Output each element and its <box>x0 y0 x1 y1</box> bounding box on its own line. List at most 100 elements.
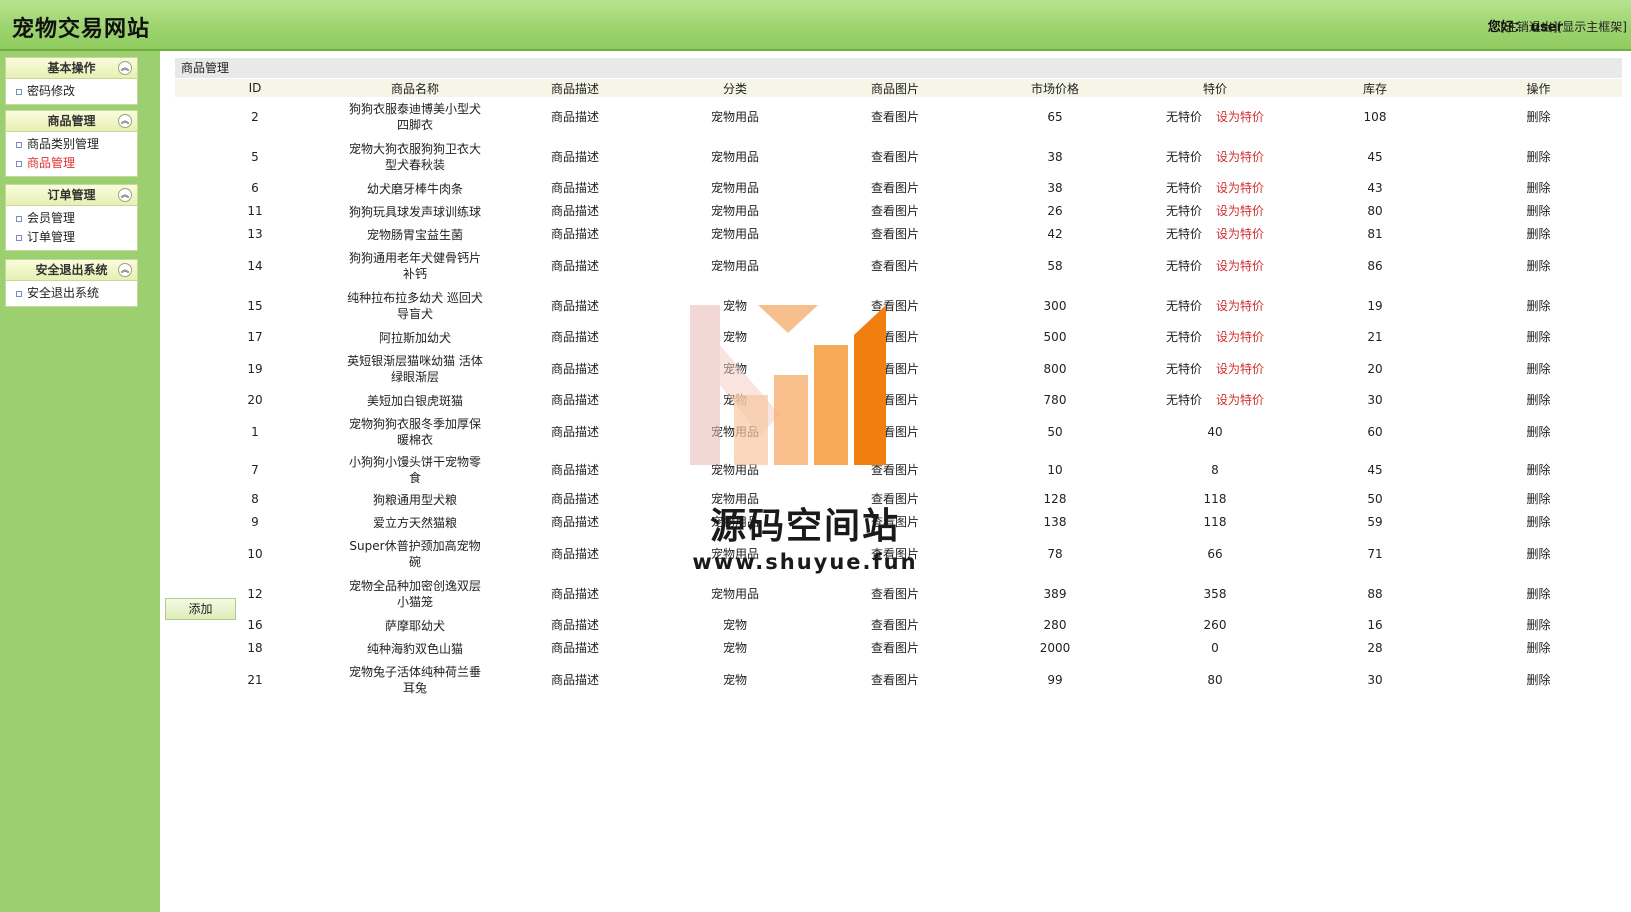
cell-desc-link[interactable]: 商品描述 <box>495 534 655 574</box>
add-button[interactable]: 添加 <box>165 598 236 620</box>
delete-link[interactable]: 删除 <box>1455 488 1622 511</box>
collapse-icon[interactable]: ︽ <box>118 114 132 128</box>
cell-desc-link[interactable]: 商品描述 <box>495 286 655 326</box>
collapse-icon[interactable]: ︽ <box>118 61 132 75</box>
delete-link[interactable]: 删除 <box>1455 614 1622 637</box>
sidebar-item-category[interactable]: 商品类别管理 <box>6 135 137 154</box>
sidebar-item-password[interactable]: 密码修改 <box>6 82 137 101</box>
show-frame-link[interactable]: [显示主框架] <box>1558 20 1627 34</box>
set-special-link[interactable]: 设为特价 <box>1216 204 1264 218</box>
delete-link[interactable]: 删除 <box>1455 326 1622 349</box>
cell-name: 阿拉斯加幼犬 <box>378 330 451 345</box>
cell-image-link[interactable]: 查看图片 <box>815 223 975 246</box>
menu-head-orders[interactable]: 订单管理 ︽ <box>5 184 138 206</box>
cell-stock: 21 <box>1367 330 1383 344</box>
collapse-icon[interactable]: ︽ <box>118 263 132 277</box>
delete-link[interactable]: 删除 <box>1455 389 1622 412</box>
cell-image-link[interactable]: 查看图片 <box>815 326 975 349</box>
cell-image-link[interactable]: 查看图片 <box>815 137 975 177</box>
cell-image-link[interactable]: 查看图片 <box>815 637 975 660</box>
cell-desc-link[interactable]: 商品描述 <box>495 511 655 534</box>
cell-desc-link[interactable]: 商品描述 <box>495 389 655 412</box>
delete-link[interactable]: 删除 <box>1455 660 1622 700</box>
delete-link[interactable]: 删除 <box>1455 349 1622 389</box>
set-special-link[interactable]: 设为特价 <box>1216 299 1264 313</box>
set-special-link[interactable]: 设为特价 <box>1216 110 1264 124</box>
cell-desc-link[interactable]: 商品描述 <box>495 177 655 200</box>
cell-image-link[interactable]: 查看图片 <box>815 660 975 700</box>
delete-link[interactable]: 删除 <box>1455 637 1622 660</box>
cell-category: 宠物用品 <box>710 546 759 561</box>
cell-image-link[interactable]: 查看图片 <box>815 534 975 574</box>
cell-stock: 45 <box>1367 149 1383 164</box>
set-special-link[interactable]: 设为特价 <box>1216 362 1264 376</box>
set-special-link[interactable]: 设为特价 <box>1216 181 1264 195</box>
cell-image-link[interactable]: 查看图片 <box>815 349 975 389</box>
cell-desc-link[interactable]: 商品描述 <box>495 614 655 637</box>
cell-name: 宠物肠胃宝益生菌 <box>366 227 463 242</box>
cell-image-link[interactable]: 查看图片 <box>815 246 975 286</box>
cell-image-link[interactable]: 查看图片 <box>815 286 975 326</box>
cell-desc-link[interactable]: 商品描述 <box>495 326 655 349</box>
cell-image-link[interactable]: 查看图片 <box>815 511 975 534</box>
set-special-link[interactable]: 设为特价 <box>1216 330 1264 344</box>
header-links: [注销退出][显示主框架] <box>1500 18 1627 35</box>
cell-id: 7 <box>251 462 259 477</box>
cell-image-link[interactable]: 查看图片 <box>815 412 975 452</box>
cell-desc-link[interactable]: 商品描述 <box>495 412 655 452</box>
delete-link[interactable]: 删除 <box>1455 97 1622 137</box>
cell-desc-link[interactable]: 商品描述 <box>495 452 655 488</box>
delete-link[interactable]: 删除 <box>1455 511 1622 534</box>
delete-link[interactable]: 删除 <box>1455 177 1622 200</box>
delete-link[interactable]: 删除 <box>1455 286 1622 326</box>
cell-special: 无特价 设为特价 <box>1135 389 1295 412</box>
cell-image-link[interactable]: 查看图片 <box>815 452 975 488</box>
cell-desc-link[interactable]: 商品描述 <box>495 637 655 660</box>
sidebar-item-members[interactable]: 会员管理 <box>6 209 137 228</box>
cell-image-link[interactable]: 查看图片 <box>815 389 975 412</box>
cell-image-link[interactable]: 查看图片 <box>815 97 975 137</box>
delete-link[interactable]: 删除 <box>1455 412 1622 452</box>
delete-link[interactable]: 删除 <box>1455 223 1622 246</box>
cell-market-price: 500 <box>1043 330 1067 344</box>
cell-desc-link[interactable]: 商品描述 <box>495 488 655 511</box>
cell-desc-link[interactable]: 商品描述 <box>495 97 655 137</box>
cell-desc-link[interactable]: 商品描述 <box>495 246 655 286</box>
delete-link[interactable]: 删除 <box>1455 574 1622 614</box>
special-price: 66 <box>1207 546 1223 561</box>
cell-desc-link[interactable]: 商品描述 <box>495 223 655 246</box>
menu-head-label: 订单管理 <box>47 188 96 202</box>
set-special-link[interactable]: 设为特价 <box>1216 259 1264 273</box>
delete-link[interactable]: 删除 <box>1455 246 1622 286</box>
cell-image-link[interactable]: 查看图片 <box>815 488 975 511</box>
collapse-icon[interactable]: ︽ <box>118 188 132 202</box>
cell-image-link[interactable]: 查看图片 <box>815 614 975 637</box>
cell-image-link[interactable]: 查看图片 <box>815 177 975 200</box>
special-price: 118 <box>1203 515 1227 529</box>
set-special-link[interactable]: 设为特价 <box>1216 393 1264 407</box>
cell-image-link[interactable]: 查看图片 <box>815 574 975 614</box>
cell-desc-link[interactable]: 商品描述 <box>495 200 655 223</box>
table-row: 16 萨摩耶幼犬 商品描述 宠物 查看图片 280 260 16 删除 <box>175 614 1622 637</box>
sidebar-item-label: 安全退出系统 <box>27 286 100 300</box>
set-special-link[interactable]: 设为特价 <box>1216 150 1264 164</box>
delete-link[interactable]: 删除 <box>1455 452 1622 488</box>
logout-link[interactable]: [注销退出] <box>1500 20 1557 34</box>
top-header: 宠物交易网站 您好： user [注销退出][显示主框架] <box>0 0 1631 51</box>
cell-desc-link[interactable]: 商品描述 <box>495 137 655 177</box>
sidebar-item-exit[interactable]: 安全退出系统 <box>6 284 137 303</box>
menu-head-goods[interactable]: 商品管理 ︽ <box>5 110 138 132</box>
cell-desc-link[interactable]: 商品描述 <box>495 349 655 389</box>
delete-link[interactable]: 删除 <box>1455 534 1622 574</box>
set-special-link[interactable]: 设为特价 <box>1216 227 1264 241</box>
cell-desc-link[interactable]: 商品描述 <box>495 660 655 700</box>
sidebar-item-orders[interactable]: 订单管理 <box>6 228 137 247</box>
cell-desc-link[interactable]: 商品描述 <box>495 574 655 614</box>
delete-link[interactable]: 删除 <box>1455 200 1622 223</box>
delete-link[interactable]: 删除 <box>1455 137 1622 177</box>
sidebar-item-goods[interactable]: 商品管理 <box>6 154 137 173</box>
menu-head-exit[interactable]: 安全退出系统 ︽ <box>5 259 138 281</box>
cell-image-link[interactable]: 查看图片 <box>815 200 975 223</box>
table-row: 2 狗狗衣服泰迪博美小型犬四脚衣 商品描述 宠物用品 查看图片 65 无特价 设为特价 108 删… <box>175 97 1622 137</box>
menu-head-basic[interactable]: 基本操作 ︽ <box>5 57 138 79</box>
